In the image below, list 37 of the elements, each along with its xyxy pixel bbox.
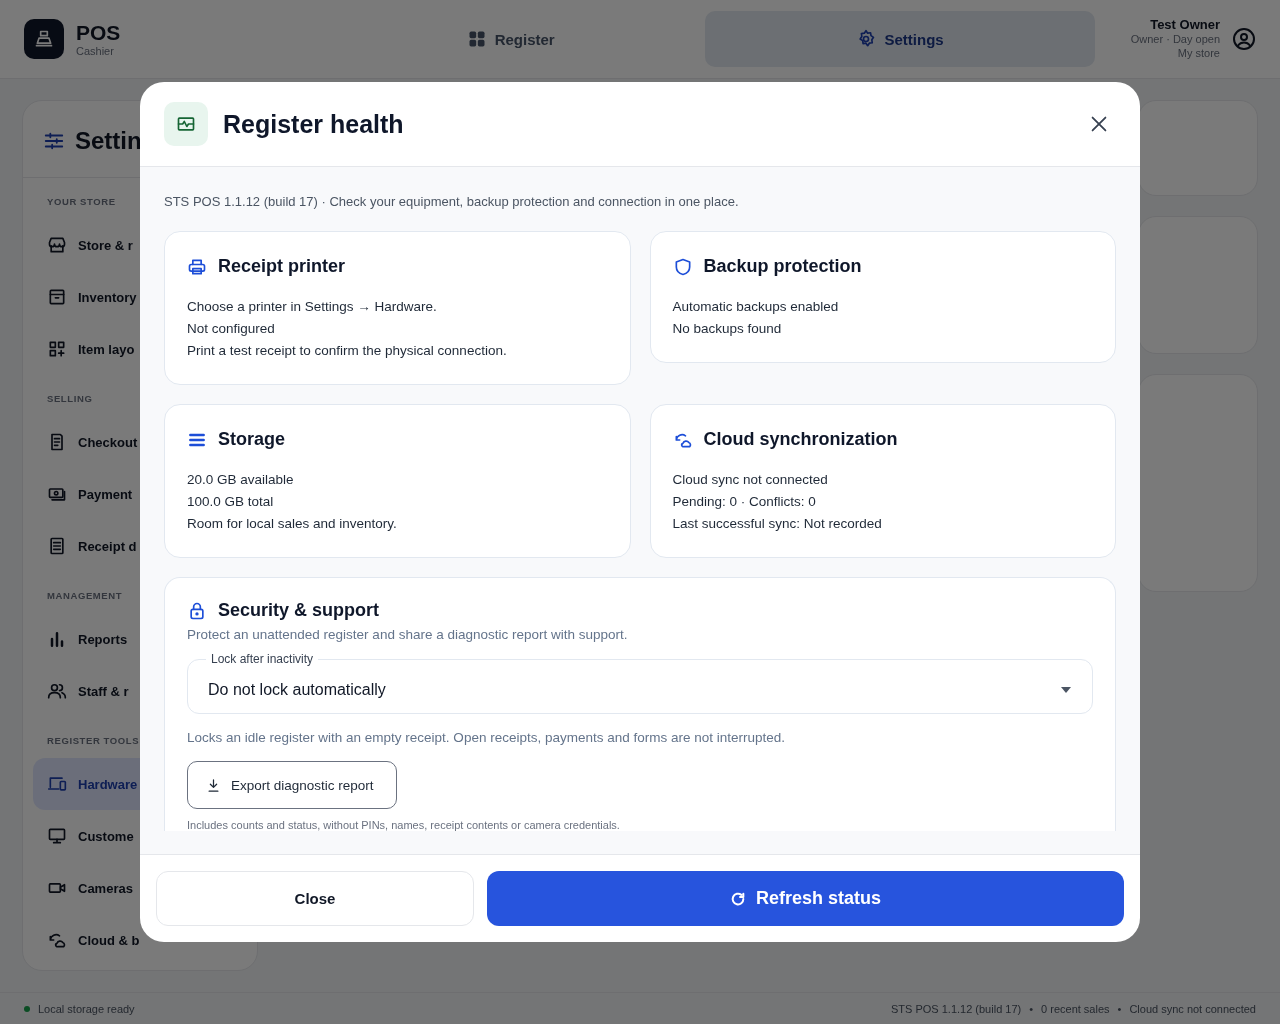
sidebar-title: Settin	[75, 127, 142, 155]
status-text: •	[1029, 1002, 1034, 1015]
section-heading: SELLING	[47, 393, 93, 404]
lock-hint: Locks an idle register with an empty receipt. Open receipts, payments and forms are not interrupted.	[187, 730, 787, 745]
card-line: 20.0 GB available	[187, 471, 295, 489]
card-description: Protect an unattended register and share a diagnostic report with support.	[187, 627, 629, 642]
store-name: My store	[1177, 46, 1220, 60]
card-line: Automatic backups enabled	[672, 298, 840, 316]
export-note: Includes counts and status, without PINs, names, receipt contents or camera credentials.	[187, 819, 621, 831]
dialog-subtitle: STS POS 1.1.12 (build 17) · Check your equipment, backup protection and connection in one place.	[164, 194, 740, 209]
card-line: Not configured	[187, 320, 276, 338]
status-text: •	[1117, 1002, 1122, 1015]
card-line: No backups found	[672, 320, 783, 338]
card-title: Storage	[218, 429, 286, 450]
card-title: Cloud synchronization	[703, 429, 898, 450]
section-heading: MANAGEMENT	[47, 590, 123, 601]
section-heading: YOUR STORE	[47, 196, 116, 207]
user-name: Test Owner	[1150, 18, 1220, 32]
card-line: Print a test receipt to confirm the physical connection.	[187, 342, 508, 360]
card-title: Receipt printer	[218, 256, 346, 277]
status-text: Local storage ready	[38, 1002, 135, 1015]
status-text: STS POS 1.1.12 (build 17)	[890, 1002, 1022, 1015]
user-role: Owner · Day open	[1130, 32, 1220, 46]
card-title: Security & support	[218, 600, 380, 621]
card-line: Cloud sync not connected	[672, 471, 829, 489]
status-text: 0 recent sales	[1041, 1002, 1110, 1015]
app-subtitle: Cashier	[76, 45, 115, 57]
app-name: POS	[76, 21, 122, 45]
card-line: Room for local sales and inventory.	[187, 515, 398, 533]
status-text: Cloud sync not connected	[1129, 1002, 1256, 1015]
card-title: Backup protection	[703, 256, 862, 277]
card-line: Choose a printer in Settings → Hardware.	[187, 298, 438, 316]
section-heading: REGISTER TOOLS	[47, 735, 140, 746]
card-line: Last successful sync: Not recorded	[672, 515, 883, 533]
card-line: Pending: 0 · Conflicts: 0	[672, 493, 817, 511]
card-line: 100.0 GB total	[187, 493, 275, 511]
dialog-title: Register health	[223, 109, 405, 139]
